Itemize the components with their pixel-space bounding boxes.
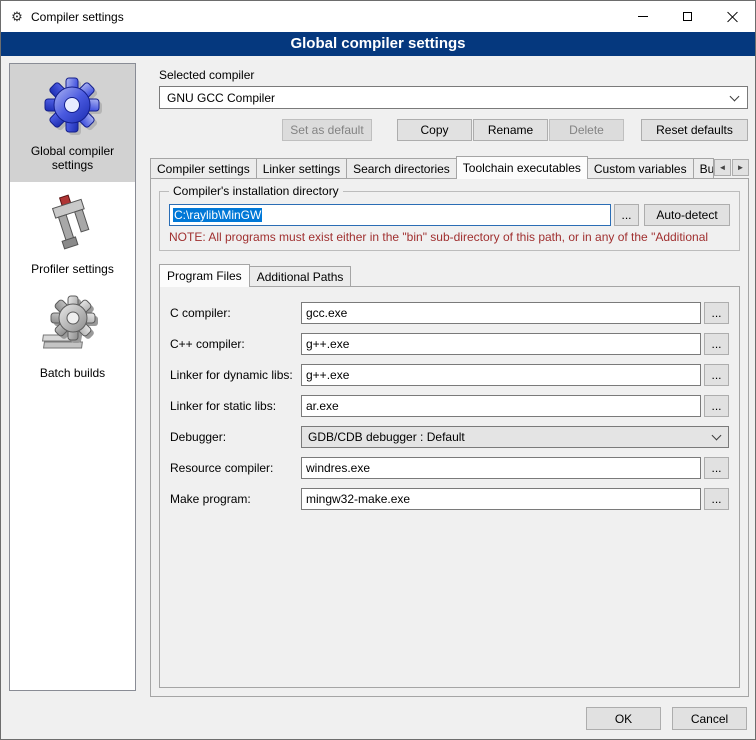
batch-builds-gears-icon xyxy=(41,295,105,359)
installation-directory-row: C:\raylib\MinGW ... Auto-detect xyxy=(169,204,730,226)
static-linker-label: Linker for static libs: xyxy=(170,399,301,413)
program-files-tabstrip: Program Files Additional Paths xyxy=(159,263,748,286)
cpp-compiler-input[interactable] xyxy=(301,333,701,355)
set-as-default-button[interactable]: Set as default xyxy=(282,119,372,141)
sidebar-item-global-compiler-settings[interactable]: Global compiler settings xyxy=(10,64,135,182)
close-button[interactable] xyxy=(710,1,755,32)
browse-make-program-button[interactable]: ... xyxy=(704,488,729,510)
window-controls xyxy=(620,1,755,32)
auto-detect-button[interactable]: Auto-detect xyxy=(644,204,730,226)
cpp-compiler-label: C++ compiler: xyxy=(170,337,301,351)
minimize-icon xyxy=(638,16,648,17)
maximize-icon xyxy=(683,12,692,21)
delete-button[interactable]: Delete xyxy=(549,119,624,141)
chevron-down-icon xyxy=(712,431,722,441)
reset-defaults-button[interactable]: Reset defaults xyxy=(641,119,748,141)
cancel-button[interactable]: Cancel xyxy=(672,707,747,730)
app-icon: ⚙ xyxy=(9,9,25,25)
resource-compiler-input[interactable] xyxy=(301,457,701,479)
compiler-select[interactable]: GNU GCC Compiler xyxy=(159,86,748,109)
browse-resource-compiler-button[interactable]: ... xyxy=(704,457,729,479)
copy-button[interactable]: Copy xyxy=(397,119,472,141)
sidebar-item-profiler-settings[interactable]: Profiler settings xyxy=(10,182,135,286)
dynamic-linker-input[interactable] xyxy=(301,364,701,386)
toolchain-executables-panel: Compiler's installation directory C:\ray… xyxy=(150,178,749,697)
program-files-panel: C compiler: ... C++ compiler: ... Linker… xyxy=(159,286,740,688)
minimize-button[interactable] xyxy=(620,1,665,32)
install-dir-input[interactable]: C:\raylib\MinGW xyxy=(169,204,611,226)
sidebar-item-label: Batch builds xyxy=(40,366,105,380)
c-compiler-label: C compiler: xyxy=(170,306,301,320)
tab-custom-variables[interactable]: Custom variables xyxy=(587,158,694,178)
compiler-actions: Set as default Copy Rename Delete Reset … xyxy=(159,119,748,141)
debugger-row: Debugger: GDB/CDB debugger : Default xyxy=(170,426,729,448)
debugger-label: Debugger: xyxy=(170,430,301,444)
browse-cpp-compiler-button[interactable]: ... xyxy=(704,333,729,355)
sidebar-item-label: Global compiler settings xyxy=(12,144,133,172)
resource-compiler-label: Resource compiler: xyxy=(170,461,301,475)
tab-additional-paths[interactable]: Additional Paths xyxy=(249,266,352,286)
tab-build-options[interactable]: Buil xyxy=(693,158,714,178)
resource-compiler-row: Resource compiler: ... xyxy=(170,457,729,479)
debugger-select-value: GDB/CDB debugger : Default xyxy=(308,430,707,444)
window-title: Compiler settings xyxy=(31,10,124,24)
maximize-button[interactable] xyxy=(665,1,710,32)
debugger-select[interactable]: GDB/CDB debugger : Default xyxy=(301,426,729,448)
install-dir-value: C:\raylib\MinGW xyxy=(173,208,262,222)
installation-directory-group-title: Compiler's installation directory xyxy=(169,184,343,198)
browse-c-compiler-button[interactable]: ... xyxy=(704,302,729,324)
dynamic-linker-label: Linker for dynamic libs: xyxy=(170,368,301,382)
page-title: Global compiler settings xyxy=(1,32,755,56)
tab-compiler-settings[interactable]: Compiler settings xyxy=(150,158,257,178)
sidebar: Global compiler settings Profiler settin… xyxy=(9,63,136,691)
settings-tabstrip: Compiler settings Linker settings Search… xyxy=(150,155,749,178)
rename-button[interactable]: Rename xyxy=(473,119,548,141)
dynamic-linker-row: Linker for dynamic libs: ... xyxy=(170,364,729,386)
make-program-row: Make program: ... xyxy=(170,488,729,510)
compiler-select-value: GNU GCC Compiler xyxy=(167,91,725,105)
selected-compiler-label: Selected compiler xyxy=(159,68,749,82)
tab-program-files[interactable]: Program Files xyxy=(159,264,250,287)
cpp-compiler-row: C++ compiler: ... xyxy=(170,333,729,355)
note-text: NOTE: All programs must exist either in … xyxy=(169,230,730,244)
titlebar: ⚙ Compiler settings xyxy=(1,1,755,32)
tab-linker-settings[interactable]: Linker settings xyxy=(256,158,347,178)
c-compiler-input[interactable] xyxy=(301,302,701,324)
main-area: Selected compiler GNU GCC Compiler Set a… xyxy=(150,63,749,703)
chevron-down-icon xyxy=(730,91,740,101)
installation-directory-group: Compiler's installation directory C:\ray… xyxy=(159,191,740,251)
static-linker-input[interactable] xyxy=(301,395,701,417)
static-linker-row: Linker for static libs: ... xyxy=(170,395,729,417)
ok-button[interactable]: OK xyxy=(586,707,661,730)
tab-search-directories[interactable]: Search directories xyxy=(346,158,457,178)
close-icon xyxy=(727,11,738,22)
browse-install-dir-button[interactable]: ... xyxy=(614,204,639,226)
make-program-label: Make program: xyxy=(170,492,301,506)
tab-scroll-right-button[interactable]: ► xyxy=(732,159,749,176)
profiler-tool-icon xyxy=(41,191,105,255)
make-program-input[interactable] xyxy=(301,488,701,510)
tab-scroll-left-button[interactable]: ◄ xyxy=(714,159,731,176)
tab-toolchain-executables[interactable]: Toolchain executables xyxy=(456,156,588,179)
gear-icon xyxy=(41,73,105,137)
sidebar-item-label: Profiler settings xyxy=(31,262,114,276)
sidebar-item-batch-builds[interactable]: Batch builds xyxy=(10,286,135,390)
c-compiler-row: C compiler: ... xyxy=(170,302,729,324)
dialog-footer: OK Cancel xyxy=(586,707,747,730)
browse-dynamic-linker-button[interactable]: ... xyxy=(704,364,729,386)
tab-scroll-arrows: ◄ ► xyxy=(713,159,749,176)
browse-static-linker-button[interactable]: ... xyxy=(704,395,729,417)
compiler-settings-window: ⚙ Compiler settings Global compiler sett… xyxy=(0,0,756,740)
